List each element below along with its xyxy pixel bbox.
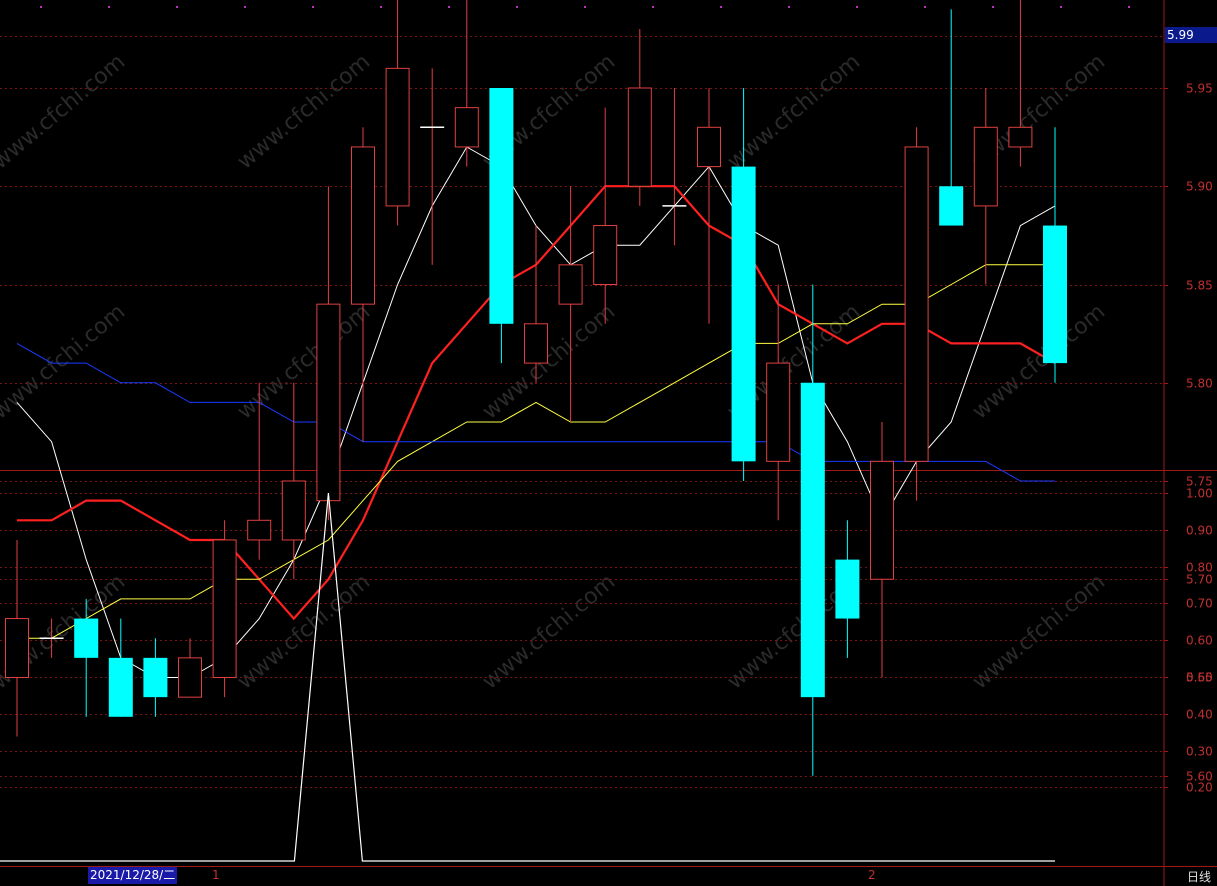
watermark-text: www.cfchi.com (233, 299, 375, 424)
candle-body-down (108, 657, 133, 717)
watermark-layer: www.cfchi.com www.cfchi.com www.cfchi.com w… (0, 49, 1110, 694)
top-marker-dot (176, 6, 178, 8)
cursor-date-label: 2021/12/28/二 (88, 867, 178, 884)
top-marker-dot (108, 6, 110, 8)
price-tick-label: 5.80 (1186, 377, 1213, 391)
indicator-tick-label: 0.70 (1186, 597, 1213, 611)
candle-body-up (870, 460, 894, 580)
chart-frame (0, 0, 1217, 886)
indicator-tick-label: 1.00 (1186, 487, 1213, 501)
candle-body-up (524, 323, 548, 364)
candle-body-down (143, 657, 168, 698)
indicator-tick-label: 0.90 (1186, 524, 1213, 538)
candle-body-up (247, 519, 272, 541)
top-marker-dot (448, 6, 450, 8)
top-marker-dot (924, 6, 926, 8)
candle-body-down (800, 382, 825, 698)
candle-body-down (731, 166, 756, 462)
candle-body-down (939, 186, 964, 226)
chart-stage: www.cfchi.com www.cfchi.com www.cfchi.com w… (0, 0, 1217, 886)
candle-body-up (593, 225, 618, 286)
candle-body-up (385, 67, 410, 207)
indicator-tick-label: 0.20 (1186, 781, 1213, 795)
candle-body-up (454, 107, 479, 148)
candle-body-down (1043, 225, 1067, 364)
price-tick-label: 5.90 (1186, 180, 1213, 194)
candle-body-up (627, 87, 652, 187)
watermark-text: www.cfchi.com (478, 569, 620, 694)
candle-body-down (835, 559, 860, 619)
current-price-label: 5.99 (1165, 27, 1217, 43)
period-marker-2: 2 (868, 868, 876, 882)
candle-body-up (178, 657, 202, 698)
top-marker-dot (380, 6, 382, 8)
candle-body-up (5, 618, 29, 678)
top-marker-dot (652, 6, 654, 8)
candle-body-up (904, 146, 929, 462)
indicator-tick-label: 0.60 (1186, 634, 1213, 648)
top-marker-dot (720, 6, 722, 8)
candle-body-up (973, 126, 998, 207)
top-marker-dot (788, 6, 790, 8)
candle-body-up (281, 480, 306, 541)
candle-body-up (697, 126, 721, 168)
candle-body-up (212, 539, 237, 679)
watermark-text: www.cfchi.com (723, 49, 865, 174)
top-marker-dot (516, 6, 518, 8)
top-marker-dot (312, 6, 314, 8)
price-tick-label: 5.95 (1186, 82, 1213, 96)
top-marker-dot (1060, 6, 1062, 8)
top-marker-dot (584, 6, 586, 8)
watermark-text: www.cfchi.com (0, 49, 130, 174)
indicator-axis-labels: 1.00 0.90 0.80 0.70 0.60 0.50 0.40 0.30 0.20 (1186, 487, 1213, 795)
indicator-tick-label: 0.80 (1186, 561, 1213, 575)
indicator-tick-label: 0.30 (1186, 745, 1213, 759)
watermark-text: www.cfchi.com (968, 569, 1110, 694)
candle-body-up (316, 303, 341, 502)
candle-body-up (558, 264, 583, 305)
candle-body-down (489, 88, 514, 324)
candle-body-up (766, 362, 791, 462)
indicator-tick-label: 0.50 (1186, 671, 1213, 685)
top-marker-dot (40, 6, 42, 8)
top-marker-dot (244, 6, 246, 8)
period-selector[interactable]: 日线 (1187, 868, 1211, 885)
candle-body-up (1008, 126, 1033, 148)
period-marker-1: 1 (212, 868, 220, 882)
indicator-gridlines (0, 493, 1168, 788)
price-tick-label: 5.70 (1186, 573, 1213, 587)
watermark-text: www.cfchi.com (233, 569, 375, 694)
top-marker-dot (992, 6, 994, 8)
candle-body-up (351, 146, 375, 305)
top-marker-dot (1128, 6, 1130, 8)
top-marker-dot (856, 6, 858, 8)
indicator-tick-label: 0.40 (1186, 708, 1213, 722)
price-tick-label: 5.85 (1186, 279, 1213, 293)
candle-body-down (74, 618, 99, 658)
watermark-text: www.cfchi.com (968, 299, 1110, 424)
